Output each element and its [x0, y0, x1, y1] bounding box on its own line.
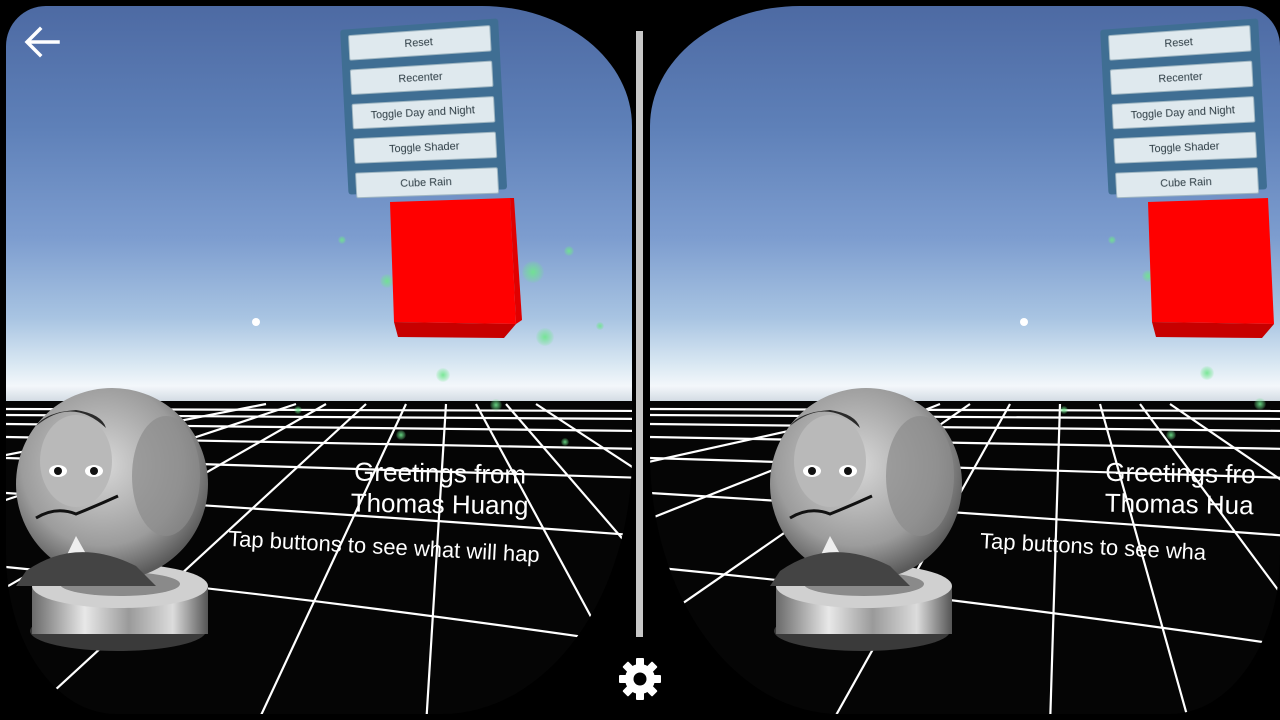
- reset-button[interactable]: Reset: [1108, 25, 1252, 61]
- reset-button[interactable]: Reset: [348, 25, 492, 61]
- particle: [564, 246, 574, 256]
- particle: [436, 368, 450, 382]
- back-button[interactable]: [22, 24, 62, 60]
- dali-bust-sculpture[interactable]: [760, 386, 970, 666]
- particle: [1200, 366, 1214, 380]
- gaze-reticle: [252, 318, 260, 326]
- particle: [1108, 236, 1116, 244]
- gear-icon: [617, 656, 663, 702]
- particle: [522, 261, 544, 283]
- particle: [1060, 406, 1068, 414]
- particle: [338, 236, 346, 244]
- particle: [294, 406, 302, 414]
- greeting-line-1: Greetings fro: [1105, 457, 1256, 491]
- particle: [1254, 398, 1266, 410]
- settings-button[interactable]: [617, 656, 663, 702]
- red-cube[interactable]: [1142, 194, 1280, 344]
- left-lens-viewport: Reset Recenter Toggle Day and Night Togg…: [6, 6, 632, 714]
- vr-stereo-view: Reset Recenter Toggle Day and Night Togg…: [0, 0, 1280, 720]
- particle: [396, 430, 406, 440]
- dali-bust-sculpture[interactable]: [6, 386, 216, 666]
- menu-panel: Reset Recenter Toggle Day and Night Togg…: [340, 18, 507, 194]
- recenter-button[interactable]: Recenter: [1110, 61, 1254, 95]
- greeting-line-2: Thomas Huang: [350, 487, 528, 521]
- particle: [561, 438, 569, 446]
- toggle-shader-button[interactable]: Toggle Shader: [1113, 132, 1257, 164]
- particle: [1166, 430, 1176, 440]
- recenter-button[interactable]: Recenter: [350, 61, 494, 95]
- gaze-reticle: [1020, 318, 1028, 326]
- menu-panel: Reset Recenter Toggle Day and Night Togg…: [1100, 18, 1267, 194]
- red-cube[interactable]: [384, 194, 524, 344]
- particle: [536, 328, 554, 346]
- right-lens-viewport: Reset Recenter Toggle Day and Night Togg…: [650, 6, 1280, 714]
- particle: [596, 322, 604, 330]
- stereo-divider: [636, 31, 643, 637]
- toggle-shader-button[interactable]: Toggle Shader: [353, 132, 497, 164]
- toggle-day-night-button[interactable]: Toggle Day and Night: [1112, 96, 1256, 129]
- right-eye-view: Reset Recenter Toggle Day and Night Togg…: [640, 0, 1280, 720]
- greeting-line-1: Greetings from: [351, 456, 529, 490]
- left-eye-view: Reset Recenter Toggle Day and Night Togg…: [0, 0, 640, 720]
- greeting-text: Greetings from Thomas Huang: [350, 456, 529, 521]
- toggle-day-night-button[interactable]: Toggle Day and Night: [352, 96, 496, 129]
- particle: [490, 399, 502, 411]
- greeting-text: Greetings fro Thomas Hua: [1104, 457, 1255, 522]
- greeting-line-2: Thomas Hua: [1104, 488, 1255, 522]
- arrow-left-icon: [22, 24, 62, 60]
